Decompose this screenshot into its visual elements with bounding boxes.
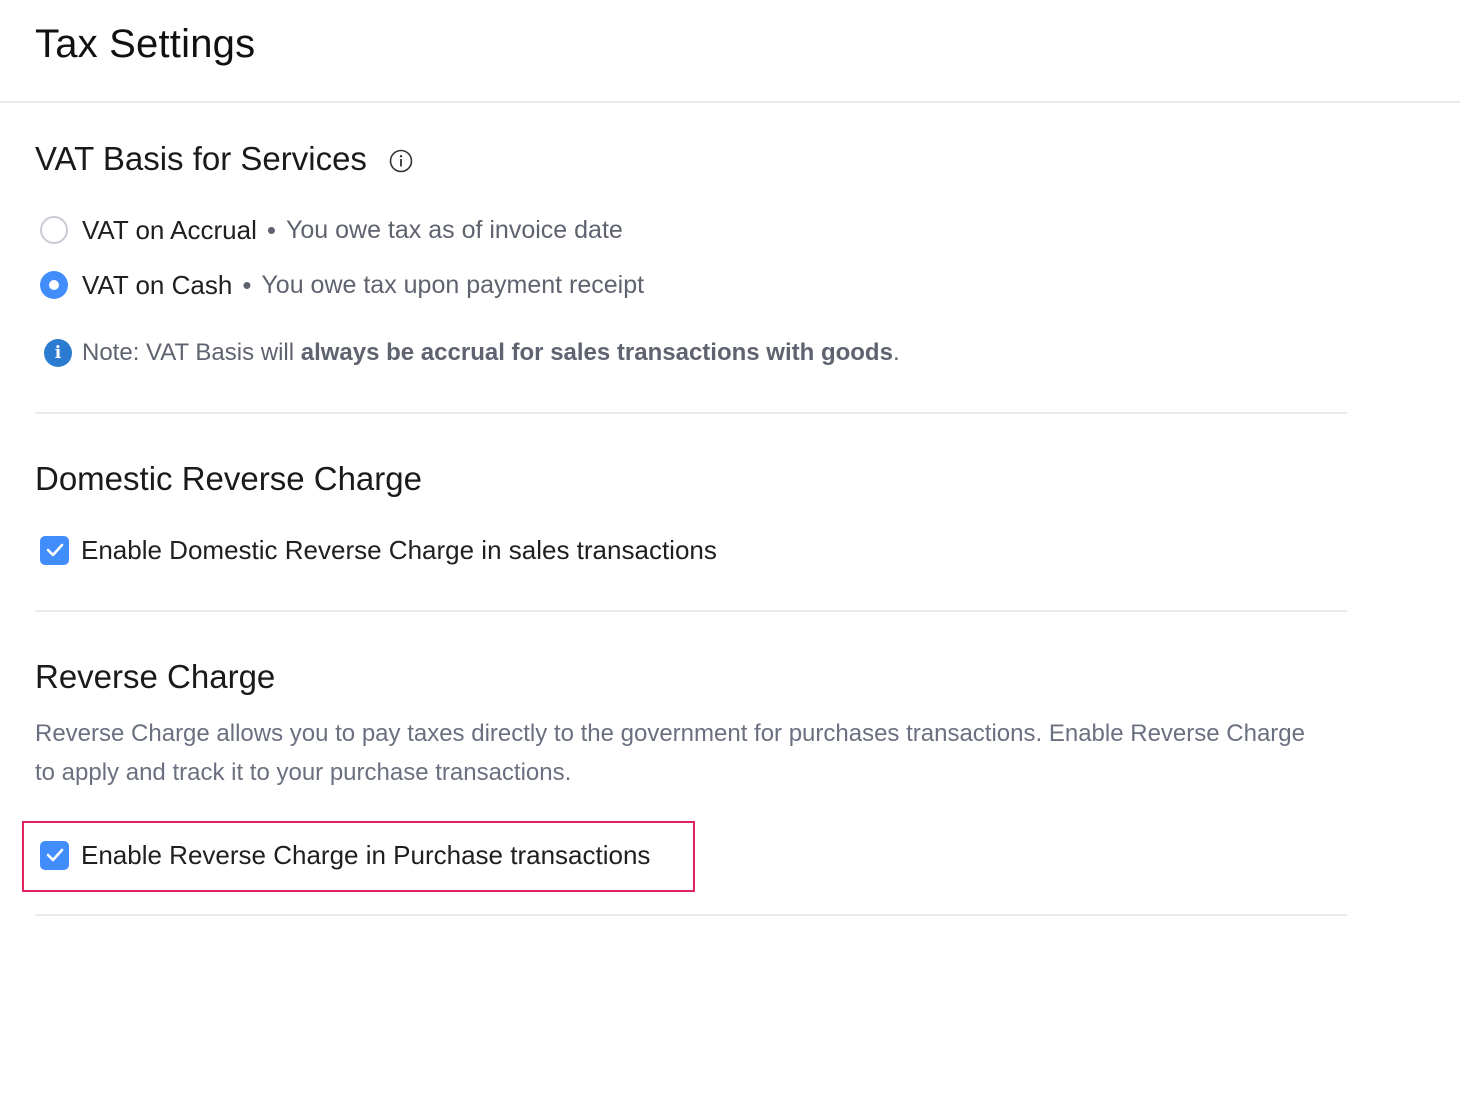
reverse-charge-label[interactable]: Enable Reverse Charge in Purchase transa… [81, 840, 650, 871]
note-bold: always be accrual for sales transactions… [300, 339, 893, 366]
page-header: Tax Settings [0, 0, 1460, 103]
section-divider [35, 412, 1347, 414]
checkmark-icon [46, 848, 63, 862]
radio-button-cash[interactable] [40, 271, 68, 299]
radio-label-accrual[interactable]: VAT on Accrual [82, 215, 257, 246]
note-text: Note: VAT Basis will always be accrual f… [82, 339, 900, 367]
page-title: Tax Settings [35, 22, 256, 66]
radio-option-accrual[interactable]: VAT on Accrual • You owe tax as of invoi… [40, 214, 623, 246]
domestic-reverse-charge-option[interactable]: Enable Domestic Reverse Charge in sales … [40, 534, 717, 566]
separator-dot: • [242, 269, 252, 300]
radio-option-cash[interactable]: VAT on Cash • You owe tax upon payment r… [40, 269, 644, 301]
radio-label-cash[interactable]: VAT on Cash [82, 270, 232, 301]
separator-dot: • [266, 214, 276, 245]
domestic-reverse-charge-checkbox[interactable] [40, 535, 69, 565]
reverse-charge-option[interactable]: Enable Reverse Charge in Purchase transa… [40, 839, 650, 871]
vat-basis-note: i Note: VAT Basis will always be accrual… [44, 338, 900, 368]
note-suffix: . [892, 339, 900, 366]
vat-basis-title: VAT Basis for Services [35, 140, 367, 177]
section-divider [35, 914, 1347, 916]
info-icon[interactable] [389, 149, 413, 173]
radio-button-accrual[interactable] [40, 216, 68, 244]
section-divider [35, 610, 1347, 612]
note-prefix: Note: VAT Basis will [82, 339, 301, 366]
reverse-charge-checkbox[interactable] [40, 840, 69, 870]
domestic-reverse-charge-label[interactable]: Enable Domestic Reverse Charge in sales … [81, 535, 717, 566]
reverse-charge-description: Reverse Charge allows you to pay taxes d… [35, 720, 1305, 786]
radio-description-cash: You owe tax upon payment receipt [261, 270, 645, 299]
checkmark-icon [46, 543, 63, 557]
radio-description-accrual: You owe tax as of invoice date [285, 215, 623, 244]
domestic-reverse-charge-title: Domestic Reverse Charge [35, 460, 422, 497]
info-filled-icon: i [44, 339, 72, 367]
reverse-charge-title: Reverse Charge [35, 658, 276, 695]
